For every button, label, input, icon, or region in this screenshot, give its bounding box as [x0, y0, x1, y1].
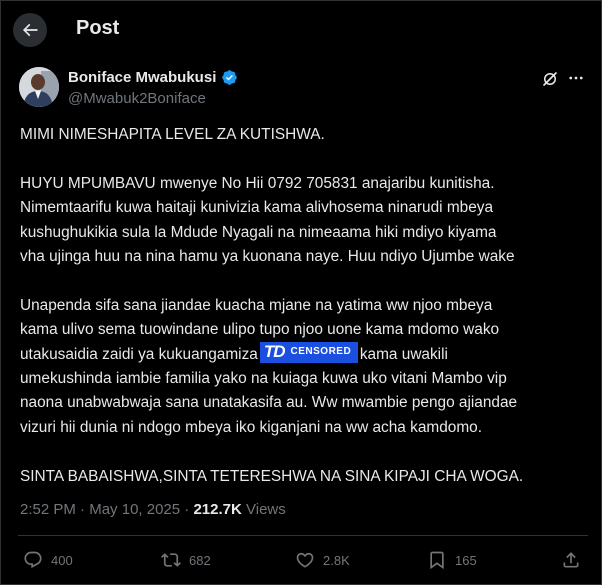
share-button[interactable] [561, 550, 589, 570]
grok-icon[interactable] [541, 70, 559, 88]
repost-count: 682 [189, 552, 211, 568]
heart-icon [296, 552, 314, 568]
author-handle[interactable]: @Mwabuk2Boniface [68, 90, 206, 107]
post-line-part: kama uwakili [359, 345, 448, 363]
post-line: vizuri hii dunia ni ndogo mbeya iko kiga… [20, 418, 482, 436]
avatar[interactable] [19, 67, 59, 107]
reply-count: 400 [51, 552, 73, 568]
post-line: utakusaidia zaidi ya kukuangamiza TD CENSO… [20, 342, 595, 367]
divider [18, 535, 588, 536]
more-options-icon[interactable] [567, 69, 585, 87]
post-line: kushughukikia sula la Mdude Nyagali na n… [20, 223, 497, 241]
arrow-left-icon [22, 23, 38, 37]
post-time[interactable]: 2:52 PM [20, 501, 76, 518]
post-line: Nimemtaarifu kuwa haitaji kunivizia kama… [20, 199, 494, 217]
avatar-image [19, 67, 59, 107]
post-line: MIMI NIMESHAPITA LEVEL ZA KUTISHWA. [20, 126, 325, 143]
post-meta: 2:52 PM · May 10, 2025 · 212.7K Views [20, 501, 286, 518]
post-text: MIMI NIMESHAPITA LEVEL ZA KUTISHWA. HUYU… [20, 123, 595, 489]
back-button[interactable] [13, 13, 47, 47]
views-label: Views [241, 501, 286, 518]
post-line-part: utakusaidia zaidi ya kukuangamiza [20, 345, 258, 363]
post-line: kama ulivo sema tuowindane ulipo tupo nj… [20, 321, 500, 339]
repost-icon [161, 553, 181, 567]
post-page: Post Boniface Mwabukusi @Mwabuk2Boniface… [0, 0, 602, 585]
bookmark-icon [430, 551, 444, 570]
share-icon [563, 552, 579, 568]
post-line: HUYU MPUMBAVU mwenye No Hii 0792 705831 … [20, 174, 495, 192]
censored-watermark: TD CENSORED [259, 342, 358, 364]
post-line: Unapenda sifa sana jiandae kuacha mjane … [20, 296, 493, 314]
reply-button[interactable]: 400 [23, 550, 73, 570]
bookmark-button[interactable]: 165 [427, 550, 477, 570]
page-title: Post [76, 17, 120, 39]
like-count: 2.8K [323, 552, 350, 568]
reply-icon [24, 551, 42, 569]
verified-badge-icon [222, 70, 237, 85]
author-name[interactable]: Boniface Mwabukusi [68, 69, 216, 86]
like-button[interactable]: 2.8K [295, 550, 350, 570]
bookmark-count: 165 [455, 552, 477, 568]
post-line: umekushinda iambie familia yako na kuiag… [20, 370, 507, 388]
post-line: naona unabwabwaja sana unatakasifa au. W… [20, 394, 518, 412]
post-date[interactable]: May 10, 2025 [89, 501, 180, 518]
views-count: 212.7K [193, 501, 242, 518]
post-line: SINTA BABAISHWA,SINTA TETERESHWA NA SINA… [20, 467, 524, 485]
post-line: vha ujinga huu na nina hamu ya kuonana n… [20, 248, 515, 266]
watermark-logo: TD [263, 342, 286, 362]
repost-button[interactable]: 682 [161, 550, 211, 570]
watermark-label: CENSORED [290, 346, 352, 358]
